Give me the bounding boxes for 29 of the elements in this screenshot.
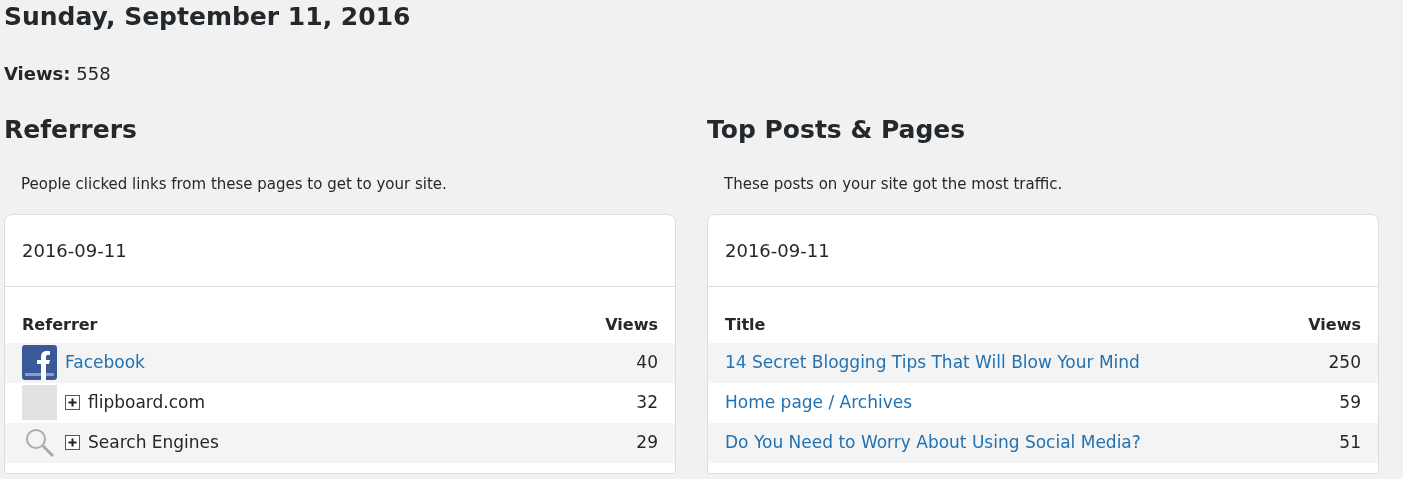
section-heading: Top Posts & Pages	[707, 115, 967, 145]
column-header: Views	[1308, 313, 1361, 336]
referrer-name: flipboard.com	[88, 390, 206, 414]
view-count: 32	[636, 390, 658, 414]
referrer-name: Search Engines	[88, 430, 219, 454]
view-count: 51	[1339, 430, 1361, 454]
view-count: 250	[1328, 350, 1361, 374]
post-link[interactable]: 14 Secret Blogging Tips That Will Blow Your Mind	[725, 349, 1140, 376]
expand-icon[interactable]	[65, 435, 80, 450]
placeholder-icon	[22, 385, 57, 420]
post-link[interactable]: Do You Need to Worry About Using Social Media?	[725, 429, 1141, 456]
date-heading: Sunday, September 11, 2016	[4, 2, 412, 32]
facebook-icon	[22, 345, 57, 380]
section-heading: Referrers	[4, 115, 138, 145]
view-count: 59	[1339, 390, 1361, 414]
column-header: Views	[605, 313, 658, 336]
view-count: 29	[636, 430, 658, 454]
column-header: Title	[725, 313, 766, 336]
views-count: 558	[76, 63, 111, 84]
post-link[interactable]: Home page / Archives	[725, 389, 913, 416]
expand-icon[interactable]	[65, 395, 80, 410]
card-date: 2016-09-11	[5, 214, 675, 287]
post-link[interactable]: Facebook	[65, 349, 145, 376]
section-description: These posts on your site got the most traffic.	[724, 174, 1064, 195]
views-label: Views:	[4, 63, 71, 84]
section-description: People clicked links from these pages to get to your site.	[21, 174, 448, 195]
column-header: Referrer	[22, 313, 98, 336]
view-count: 40	[636, 350, 658, 374]
card-date: 2016-09-11	[708, 214, 1378, 287]
